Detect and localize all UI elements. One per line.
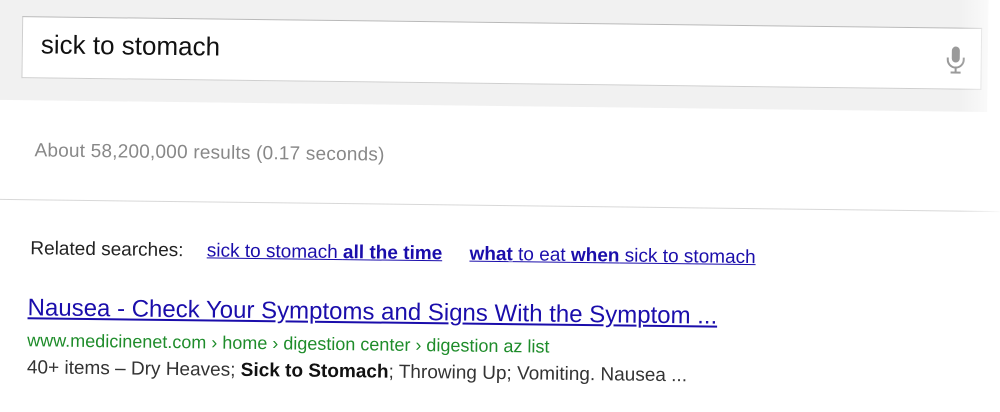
related-link-text: sick to stomach: [206, 240, 344, 264]
results-stats: About 58,200,000 results (0.17 seconds): [34, 140, 385, 166]
microphone-icon[interactable]: [945, 45, 967, 75]
related-searches-label: Related searches:: [30, 238, 184, 262]
related-link-text: to eat: [512, 244, 572, 266]
search-results-page: About 58,200,000 results (0.17 seconds) …: [0, 0, 1000, 412]
related-link-bold: what: [469, 243, 513, 266]
search-input[interactable]: [40, 27, 922, 73]
results-stage: About 58,200,000 results (0.17 seconds) …: [0, 0, 1000, 412]
related-link-bold: when: [570, 244, 620, 267]
result-title-link[interactable]: Nausea - Check Your Symptoms and Signs W…: [27, 294, 717, 330]
snippet-text: ; Throwing Up; Vomiting. Nausea ...: [388, 361, 688, 387]
related-link-bold: all the time: [342, 242, 443, 265]
snippet-text: 40+ items – Dry Heaves;: [26, 357, 241, 381]
search-result: Nausea - Check Your Symptoms and Signs W…: [27, 294, 988, 391]
related-link-text: sick to stomach: [619, 245, 756, 269]
snippet-bold-text: Sick to Stomach: [240, 359, 389, 383]
related-search-link-1[interactable]: sick to stomach all the time: [207, 240, 443, 264]
search-box[interactable]: [21, 16, 983, 90]
related-search-link-2[interactable]: what to eat when sick to stomach: [469, 244, 755, 268]
divider: [0, 198, 1000, 213]
related-searches: Related searches: sick to stomach all th…: [30, 238, 778, 269]
result-snippet: 40+ items – Dry Heaves; Sick to Stomach;…: [27, 357, 987, 391]
